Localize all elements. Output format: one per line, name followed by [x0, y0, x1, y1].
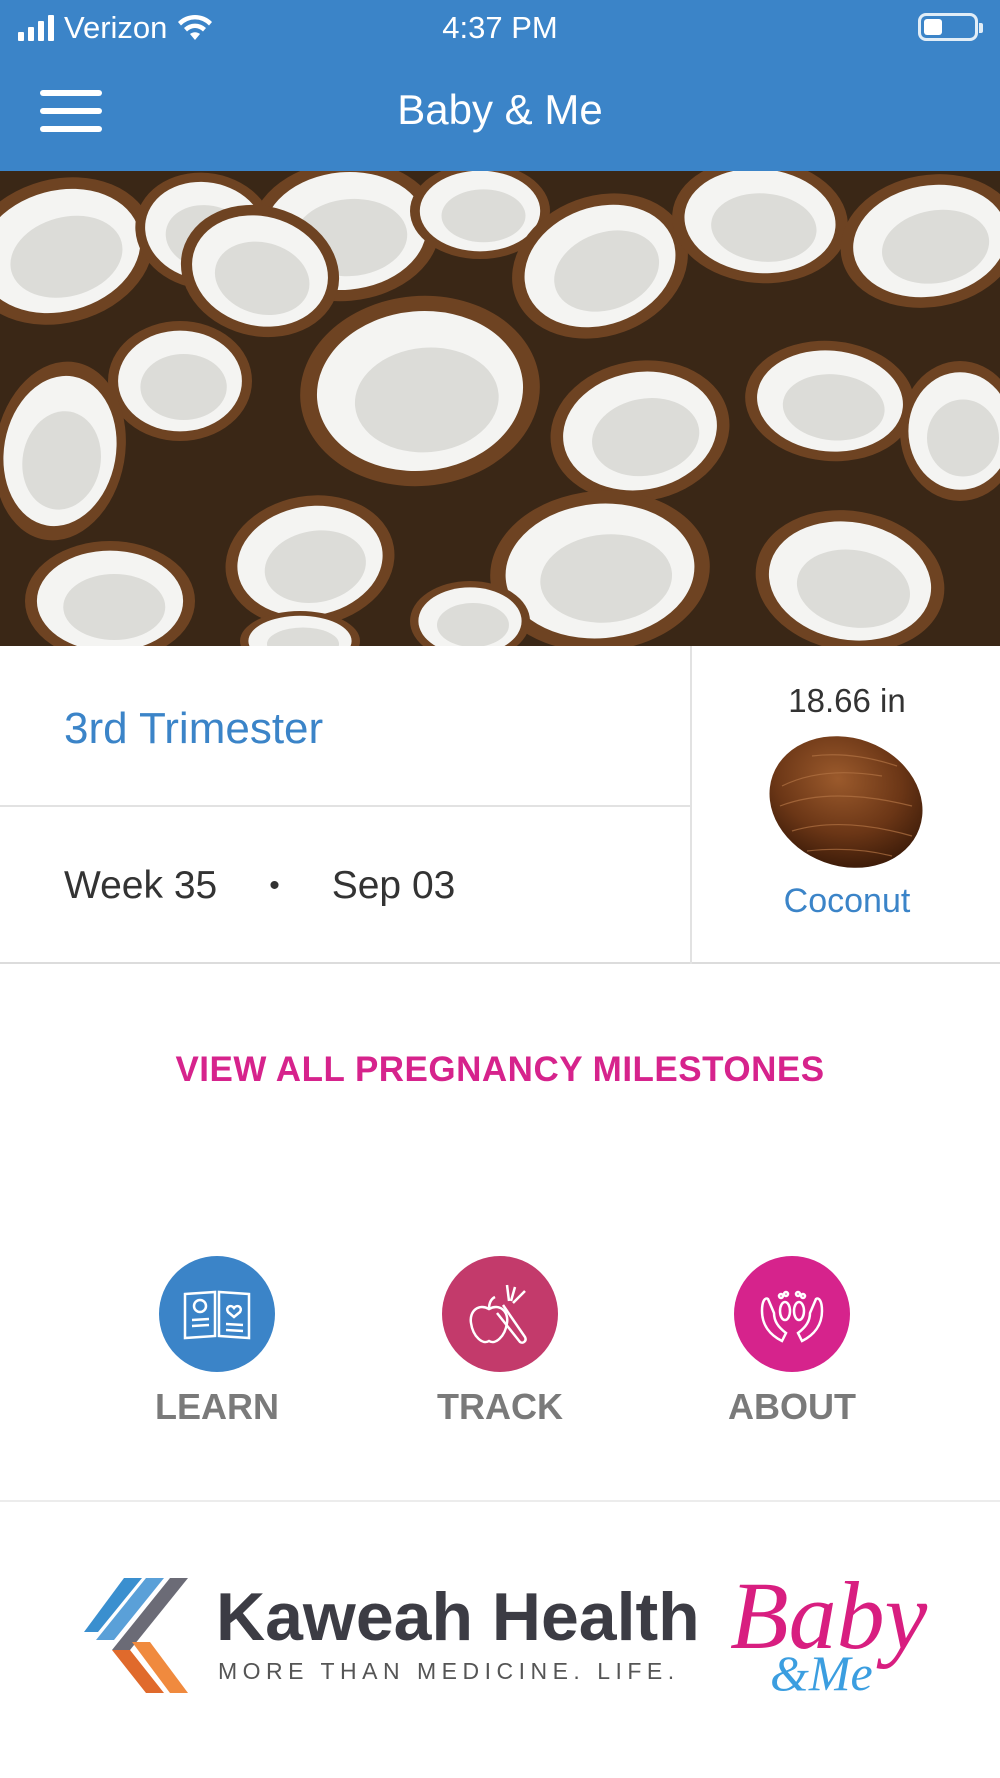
- kaweah-name: Kaweah Health: [216, 1579, 700, 1655]
- navigation-bar: Baby & Me: [0, 56, 1000, 171]
- hands-feet-icon: [760, 1290, 824, 1343]
- baby-size-card[interactable]: 18.66 in Coconut: [694, 646, 1000, 964]
- separator-dot: •: [269, 869, 280, 902]
- hero-image: [0, 171, 1000, 646]
- learn-icon-circle: [159, 1256, 275, 1372]
- footer-divider: [0, 1500, 1000, 1502]
- fruit-vegetable-icon: [469, 1284, 527, 1344]
- pregnancy-details: 3rd Trimester Week 35 • Sep 03: [0, 646, 692, 964]
- book-baby-icon: [183, 1290, 251, 1340]
- learn-label: LEARN: [155, 1386, 279, 1427]
- track-button[interactable]: TRACK: [380, 1256, 620, 1428]
- view-milestones-link[interactable]: VIEW ALL PREGNANCY MILESTONES: [0, 1050, 1000, 1090]
- battery-icon: [918, 13, 983, 41]
- coconut-image: [769, 736, 923, 868]
- due-date: Sep 03: [331, 864, 456, 907]
- week-label: Week 35: [64, 864, 218, 907]
- coconut-photo: [0, 171, 1000, 646]
- page-title: Baby & Me: [397, 86, 603, 133]
- kaweah-tagline: MORE THAN MEDICINE. LIFE.: [218, 1658, 680, 1684]
- divider: [0, 805, 692, 807]
- top-bar: Verizon 4:37 PM Baby & Me: [0, 0, 1000, 171]
- baby-size-value: 18.66 in: [788, 682, 906, 719]
- track-label: TRACK: [437, 1386, 563, 1427]
- about-label: ABOUT: [728, 1386, 856, 1427]
- about-button[interactable]: ABOUT: [672, 1256, 912, 1428]
- baby-and-me-logo: Baby &Me: [726, 1560, 946, 1710]
- status-time: 4:37 PM: [442, 10, 558, 45]
- status-bar: Verizon 4:37 PM: [0, 0, 1000, 56]
- babyme-logo-bottom: &Me: [770, 1645, 873, 1701]
- trimester-label: 3rd Trimester: [64, 704, 324, 753]
- about-icon-circle: [734, 1256, 850, 1372]
- learn-button[interactable]: LEARN: [97, 1256, 337, 1428]
- track-icon-circle: [442, 1256, 558, 1372]
- fruit-name-link[interactable]: Coconut: [694, 882, 1000, 921]
- pregnancy-info-panel: 3rd Trimester Week 35 • Sep 03 18.66 in: [0, 646, 1000, 964]
- week-date-line: Week 35 • Sep 03: [64, 864, 455, 908]
- kaweah-mark-icon: [84, 1578, 188, 1693]
- kaweah-health-logo: Kaweah Health MORE THAN MEDICINE. LIFE.: [84, 1570, 704, 1700]
